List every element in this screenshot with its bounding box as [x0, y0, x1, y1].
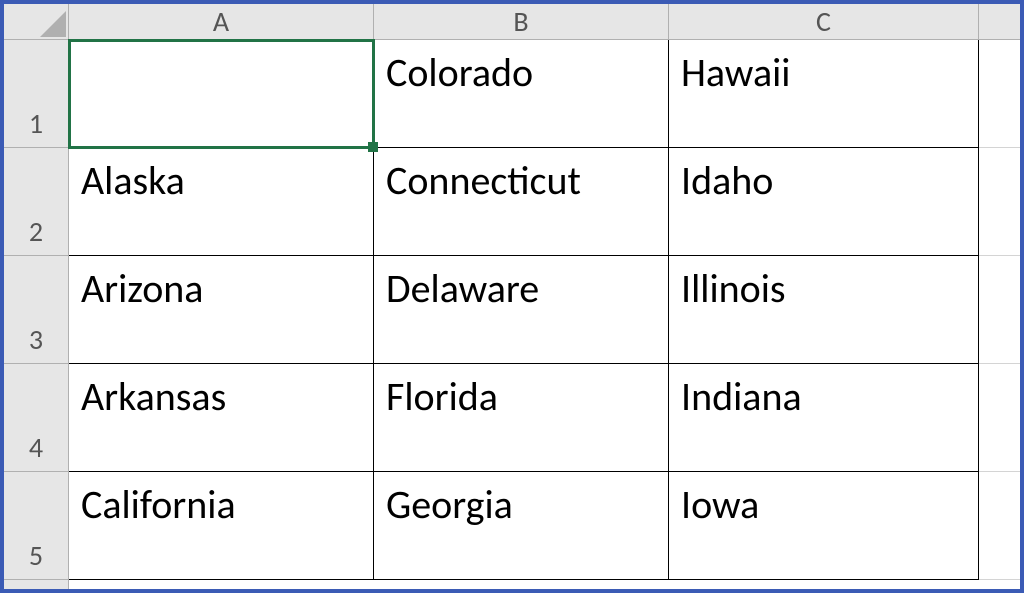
cell-C3[interactable]: Illinois — [669, 256, 979, 364]
empty-cell — [979, 256, 1020, 364]
spreadsheet-grid: A B C 1 Colorado Hawaii 2 Alaska Connect… — [4, 4, 1020, 589]
empty-cell — [374, 580, 669, 589]
row-header-1[interactable]: 1 — [4, 40, 69, 148]
cell-B3-value: Delaware — [386, 264, 539, 313]
empty-cell — [669, 580, 979, 589]
cell-A3[interactable]: Arizona — [69, 256, 374, 364]
cell-A2-value: Alaska — [81, 156, 185, 205]
cell-A5-value: California — [81, 480, 236, 529]
row-header-2[interactable]: 2 — [4, 148, 69, 256]
cell-B2[interactable]: Connecticut — [374, 148, 669, 256]
cell-A4[interactable]: Arkansas — [69, 364, 374, 472]
cell-A3-value: Arizona — [81, 264, 203, 313]
cell-B4-value: Florida — [386, 372, 498, 421]
cell-C3-value: Illinois — [681, 264, 786, 313]
cell-B5-value: Georgia — [386, 480, 513, 529]
empty-cell — [979, 40, 1020, 148]
empty-cell — [979, 580, 1020, 589]
fill-handle[interactable] — [368, 142, 378, 152]
cell-C1-value: Hawaii — [681, 48, 790, 97]
cell-A4-value: Arkansas — [81, 372, 226, 421]
cell-A5[interactable]: California — [69, 472, 374, 580]
cell-C2-value: Idaho — [681, 156, 773, 205]
cell-B1[interactable]: Colorado — [374, 40, 669, 148]
cell-B1-value: Colorado — [386, 48, 533, 97]
cell-B4[interactable]: Florida — [374, 364, 669, 472]
empty-cell — [979, 148, 1020, 256]
empty-cell — [979, 472, 1020, 580]
cell-C2[interactable]: Idaho — [669, 148, 979, 256]
row-header-5[interactable]: 5 — [4, 472, 69, 580]
cell-A2[interactable]: Alaska — [69, 148, 374, 256]
cell-C4-value: Indiana — [681, 372, 802, 421]
cell-B2-value: Connecticut — [386, 156, 581, 205]
row-header-4[interactable]: 4 — [4, 364, 69, 472]
cell-C5[interactable]: Iowa — [669, 472, 979, 580]
cell-B3[interactable]: Delaware — [374, 256, 669, 364]
cell-C4[interactable]: Indiana — [669, 364, 979, 472]
select-all-triangle-icon — [40, 11, 66, 37]
row-header-empty — [4, 580, 69, 589]
row-header-3[interactable]: 3 — [4, 256, 69, 364]
column-header-empty — [979, 4, 1020, 40]
empty-cell — [979, 364, 1020, 472]
cell-C5-value: Iowa — [681, 480, 759, 529]
cell-C1[interactable]: Hawaii — [669, 40, 979, 148]
column-header-A[interactable]: A — [69, 4, 374, 40]
cell-B5[interactable]: Georgia — [374, 472, 669, 580]
empty-cell — [69, 580, 374, 589]
column-header-B[interactable]: B — [374, 4, 669, 40]
cell-A1[interactable] — [69, 40, 374, 148]
select-all-corner[interactable] — [4, 4, 69, 40]
column-header-C[interactable]: C — [669, 4, 979, 40]
